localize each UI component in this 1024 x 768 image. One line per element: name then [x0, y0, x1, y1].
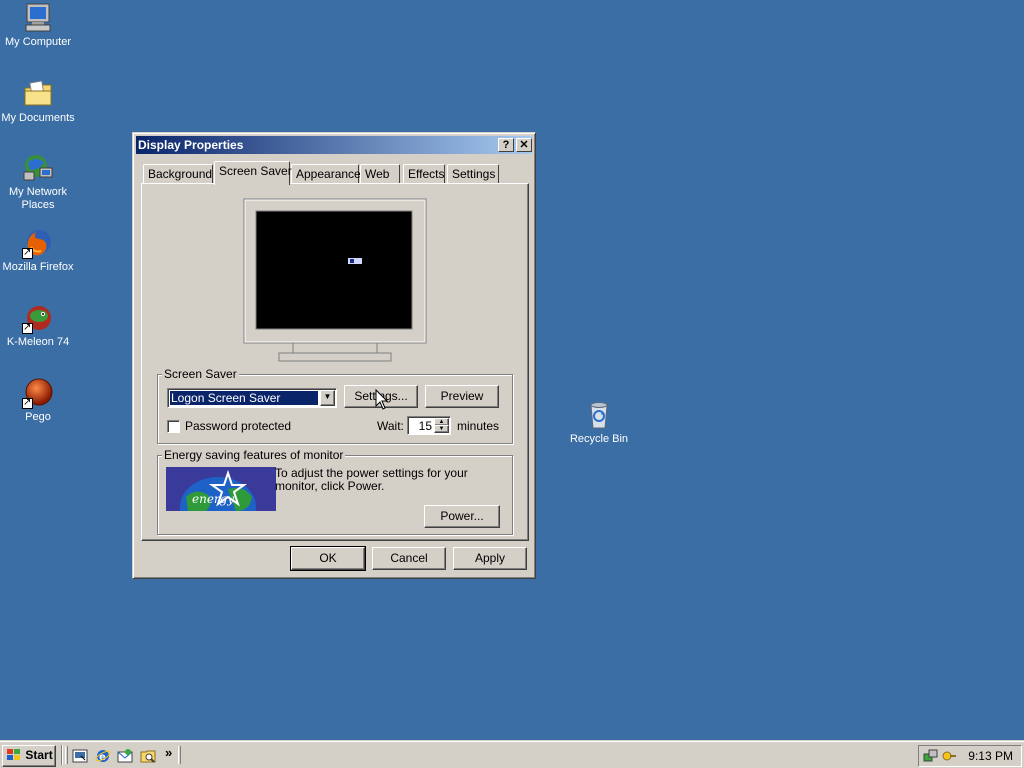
k-meleon-icon — [22, 302, 54, 334]
tab-screen-saver[interactable]: Screen Saver — [214, 161, 292, 185]
taskbar: Start e » 9:13 PM — [0, 740, 1024, 768]
system-tray: 9:13 PM — [918, 745, 1022, 767]
mouse-cursor — [375, 388, 389, 411]
energy-description: To adjust the power settings for your mo… — [275, 466, 468, 493]
energy-star-logo: energy — [166, 467, 276, 511]
explorer-icon[interactable] — [140, 748, 156, 764]
screen-saver-select[interactable]: Logon Screen Saver ▼ — [167, 388, 337, 408]
window-title: Display Properties — [138, 138, 244, 152]
screen-saver-selected: Logon Screen Saver — [171, 391, 281, 405]
desktop-icon-k-meleon[interactable]: K-Meleon 74 — [0, 302, 76, 349]
windows-logo-icon — [6, 748, 22, 762]
desktop-icon-firefox[interactable]: Mozilla Firefox — [0, 227, 76, 274]
desktop-icon-label: Recycle Bin — [569, 433, 629, 445]
tab-appearance[interactable]: Appearance — [291, 164, 361, 184]
start-label: Start — [25, 748, 53, 762]
firefox-icon — [22, 227, 54, 259]
password-label: Password protected — [185, 419, 292, 433]
pego-icon — [22, 377, 54, 409]
desktop-icon-label: My Documents — [1, 112, 75, 124]
tab-panel-screen-saver: Screen Saver Logon Screen Saver ▼ Settin… — [141, 183, 529, 541]
password-checkbox[interactable] — [167, 420, 180, 433]
wait-value: 15 — [418, 419, 432, 433]
cancel-button[interactable]: Cancel — [372, 547, 446, 570]
outlook-express-icon[interactable] — [117, 748, 133, 764]
tab-background[interactable]: Background — [143, 164, 213, 184]
quick-launch-grip[interactable] — [65, 746, 68, 764]
svg-text:e: e — [99, 752, 106, 763]
recycle-bin-icon — [583, 399, 615, 431]
taskbar-grip[interactable] — [178, 746, 181, 764]
desktop-icon-label: K-Meleon 74 — [6, 336, 70, 348]
selected-option-highlight: Logon Screen Saver — [169, 390, 319, 406]
energy-logo-text: energy — [192, 492, 234, 506]
ok-button[interactable]: OK — [290, 546, 366, 571]
folder-documents-icon — [22, 78, 54, 110]
quick-launch-chevron[interactable]: » — [165, 745, 172, 760]
shortcut-arrow-icon — [22, 321, 33, 334]
close-button[interactable]: ✕ — [516, 138, 532, 152]
desktop-icon-my-computer[interactable]: My Computer — [0, 2, 76, 49]
minutes-label: minutes — [457, 419, 500, 433]
screen-saver-group: Screen Saver Logon Screen Saver ▼ Settin… — [157, 367, 513, 444]
network-places-icon — [22, 152, 54, 184]
start-button[interactable]: Start — [2, 745, 56, 767]
show-desktop-icon[interactable] — [72, 748, 88, 764]
monitor-preview — [243, 198, 427, 368]
desktop-icon-pego[interactable]: Pego — [0, 377, 76, 424]
chevron-down-icon: ▼ — [323, 392, 332, 401]
dropdown-arrow-button[interactable]: ▼ — [320, 390, 335, 406]
desktop-icon-recycle-bin[interactable]: Recycle Bin — [561, 399, 637, 446]
desktop-icon-my-documents[interactable]: My Documents — [0, 78, 76, 125]
apply-button[interactable]: Apply — [453, 547, 527, 570]
tab-web[interactable]: Web — [360, 164, 400, 184]
tab-settings[interactable]: Settings — [447, 164, 499, 184]
energy-group-title: Energy saving features of monitor — [162, 448, 346, 462]
internet-explorer-icon[interactable]: e — [95, 748, 111, 764]
key-tray-icon[interactable] — [941, 748, 957, 764]
desktop-icon-label: My Computer — [4, 36, 72, 48]
shortcut-arrow-icon — [22, 246, 33, 259]
spin-down-button[interactable]: ▼ — [434, 425, 449, 433]
power-button[interactable]: Power... — [424, 505, 500, 528]
wait-label: Wait: — [377, 419, 404, 433]
my-computer-icon — [22, 2, 54, 34]
taskbar-separator — [61, 745, 63, 765]
help-button[interactable]: ? — [498, 138, 514, 152]
clock[interactable]: 9:13 PM — [968, 749, 1013, 763]
title-bar[interactable]: Display Properties ? ✕ — [136, 136, 532, 154]
desktop-icon-label: Mozilla Firefox — [2, 261, 74, 273]
tab-effects[interactable]: Effects — [403, 164, 445, 184]
wait-minutes-spinner[interactable]: 15 ▲ ▼ — [407, 416, 451, 435]
network-tray-icon[interactable] — [923, 748, 939, 764]
display-properties-window: Display Properties ? ✕ Background Screen… — [132, 132, 536, 579]
desktop-icon-label: Pego — [25, 411, 51, 423]
shortcut-arrow-icon — [22, 396, 33, 409]
energy-saving-group: Energy saving features of monitor energy… — [157, 448, 513, 535]
desktop-icon-network-places[interactable]: My Network Places — [0, 152, 76, 212]
desktop-icon-label: My Network Places — [8, 186, 68, 211]
screen-saver-group-title: Screen Saver — [162, 367, 239, 381]
preview-button[interactable]: Preview — [425, 385, 499, 408]
